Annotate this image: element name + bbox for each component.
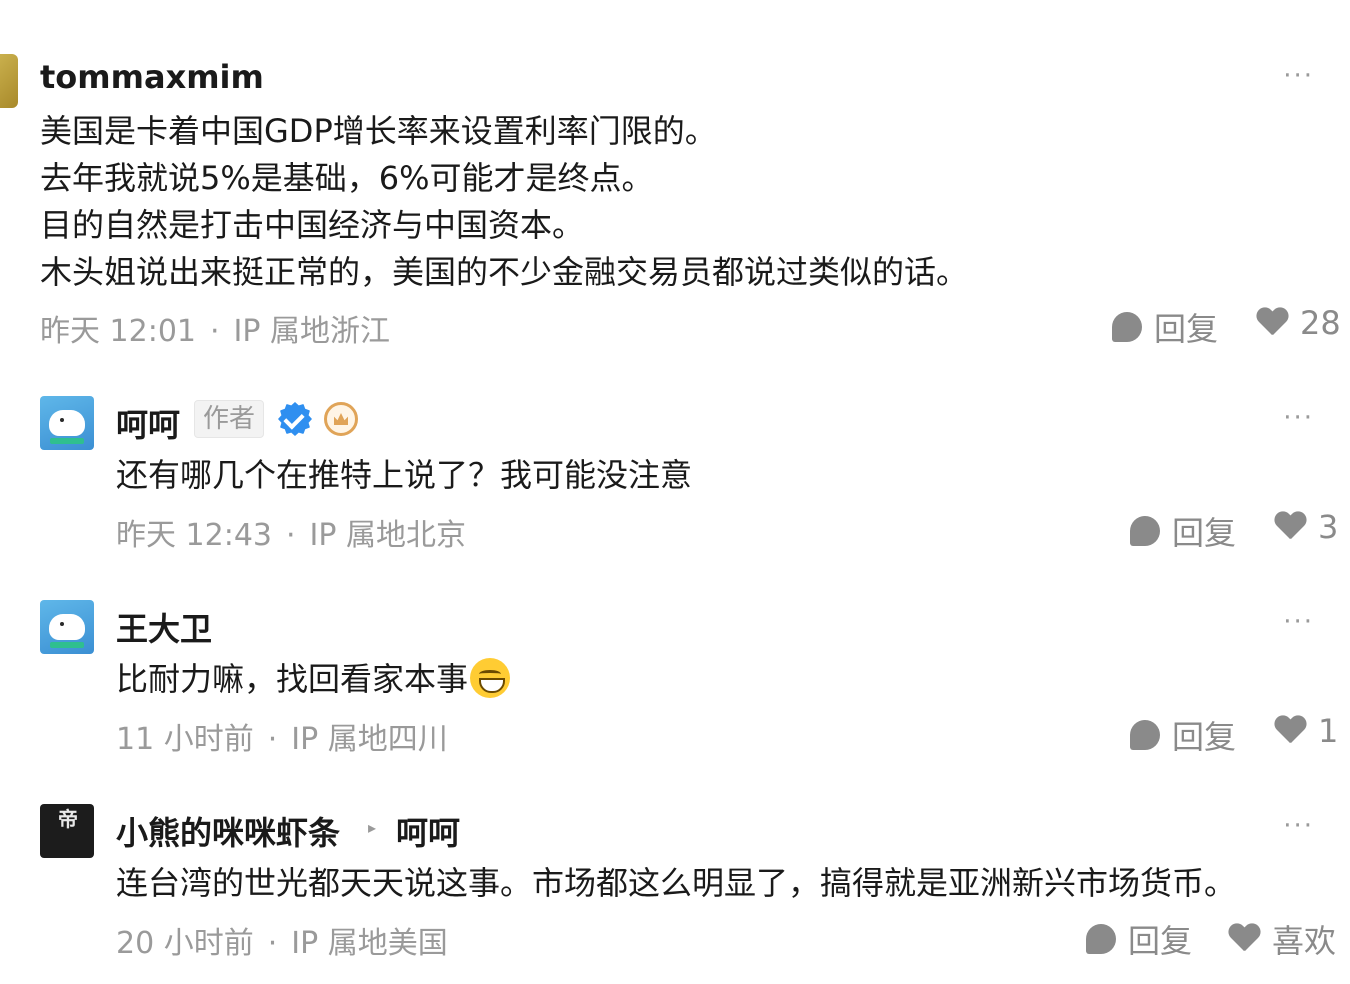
- heart-icon: [1274, 512, 1306, 542]
- grinning-emoji-icon: [470, 658, 511, 698]
- reply-icon: [1086, 924, 1116, 954]
- ip-location: IP 属地北京: [309, 518, 467, 553]
- more-icon[interactable]: ···: [1283, 813, 1314, 839]
- avatar-eye: [60, 622, 64, 626]
- avatar-base: [50, 642, 84, 648]
- comment-item: tommaxmim ··· 美国是卡着中国GDP增长率来设置利率门限的。 去年我…: [0, 0, 1350, 360]
- username[interactable]: 小熊的咪咪虾条: [116, 808, 340, 854]
- more-icon[interactable]: ···: [1283, 609, 1314, 635]
- username[interactable]: tommaxmim: [40, 58, 264, 96]
- more-icon[interactable]: ···: [1283, 63, 1314, 89]
- comment-text-content: 比耐力嘛，找回看家本事: [116, 660, 469, 698]
- reply-label: 回复: [1172, 718, 1237, 756]
- reply-button[interactable]: 回复: [1130, 508, 1236, 554]
- timestamp: 11 小时前: [116, 722, 254, 757]
- separator: ·: [267, 722, 278, 757]
- reply-arrow-icon: ▸: [368, 818, 377, 837]
- comment-text: 美国是卡着中国GDP增长率来设置利率门限的。 去年我就说5%是基础，6%可能才是…: [40, 112, 969, 291]
- author-tag: 作者: [194, 400, 265, 438]
- verified-icon: [278, 402, 312, 436]
- comment-item: 帝 小熊的咪咪虾条 ▸ 呵呵 ··· 连台湾的世光都天天说这事。市场都这么明显了…: [0, 788, 1350, 984]
- comment-item: 呵呵 作者 ··· 还有哪几个在推特上说了？我可能没注意 昨天 12:43 · IP…: [0, 380, 1350, 570]
- like-button[interactable]: 喜欢: [1228, 916, 1336, 962]
- like-count: 28: [1300, 304, 1341, 342]
- avatar-base: [50, 438, 84, 444]
- ip-location: IP 属地美国: [291, 926, 448, 961]
- comment-text: 还有哪几个在推特上说了？我可能没注意: [116, 456, 693, 494]
- avatar-face: [49, 410, 85, 436]
- comment-meta: 11 小时前 · IP 属地四川: [116, 714, 448, 758]
- like-button[interactable]: 3: [1274, 508, 1338, 546]
- username[interactable]: 王大卫: [116, 604, 212, 650]
- reply-button[interactable]: 回复: [1112, 304, 1218, 350]
- avatar-glyph: 帝: [58, 807, 78, 831]
- comment-text: 连台湾的世光都天天说这事。市场都这么明显了，搞得就是亚洲新兴市场货币。: [116, 864, 1237, 902]
- avatar-eye: [60, 418, 64, 422]
- ip-location: IP 属地浙江: [233, 314, 391, 349]
- avatar-face: [49, 614, 85, 640]
- timestamp: 昨天 12:43: [116, 518, 272, 553]
- separator: ·: [210, 314, 220, 349]
- like-count: 1: [1318, 712, 1339, 750]
- heart-icon: [1274, 716, 1306, 746]
- reply-icon: [1130, 516, 1160, 546]
- avatar[interactable]: [40, 396, 94, 450]
- separator: ·: [267, 926, 278, 961]
- badge-icon: [324, 402, 358, 436]
- heart-icon: [1228, 924, 1260, 954]
- like-button[interactable]: 1: [1274, 712, 1338, 750]
- like-count: 3: [1318, 508, 1339, 546]
- username[interactable]: 呵呵: [116, 400, 180, 446]
- timestamp: 昨天 12:01: [40, 314, 196, 349]
- comment-meta: 20 小时前 · IP 属地美国: [116, 918, 448, 962]
- like-label: 喜欢: [1272, 922, 1337, 960]
- reply-to-username[interactable]: 呵呵: [396, 808, 460, 854]
- avatar[interactable]: 帝: [40, 804, 94, 858]
- reply-button[interactable]: 回复: [1086, 916, 1192, 962]
- reply-label: 回复: [1154, 310, 1219, 348]
- comment-meta: 昨天 12:01 · IP 属地浙江: [40, 306, 390, 350]
- comment-text: 比耐力嘛，找回看家本事: [116, 656, 511, 703]
- comment-item: 王大卫 ··· 比耐力嘛，找回看家本事 11 小时前 · IP 属地四川 回复 1: [0, 584, 1350, 774]
- reply-icon: [1130, 720, 1160, 750]
- reply-label: 回复: [1172, 514, 1237, 552]
- timestamp: 20 小时前: [116, 926, 254, 961]
- more-icon[interactable]: ···: [1283, 405, 1314, 431]
- like-button[interactable]: 28: [1256, 304, 1341, 342]
- separator: ·: [286, 518, 296, 553]
- comment-meta: 昨天 12:43 · IP 属地北京: [116, 510, 466, 554]
- avatar[interactable]: [0, 54, 18, 108]
- ip-location: IP 属地四川: [291, 722, 448, 757]
- reply-icon: [1112, 312, 1142, 342]
- reply-label: 回复: [1128, 922, 1193, 960]
- reply-button[interactable]: 回复: [1130, 712, 1236, 758]
- avatar[interactable]: [40, 600, 94, 654]
- heart-icon: [1256, 308, 1288, 338]
